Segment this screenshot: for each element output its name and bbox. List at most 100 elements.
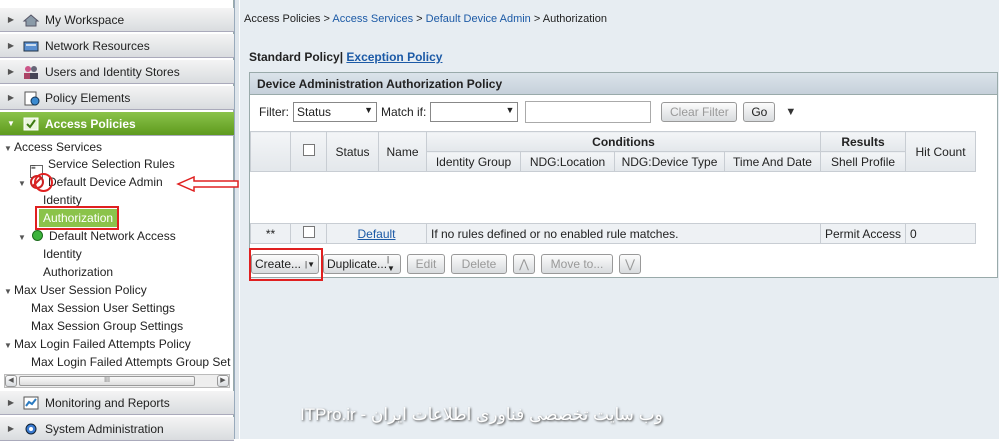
watermark-text: ITPro.ir - وب سایت تخصصی فناوری اطلاعات … [300,405,663,424]
tree-identity-2[interactable]: Identity [43,245,82,263]
dropdown-arrow-icon: ▼ [505,105,515,115]
tree-max-login-failed-attempts-group[interactable]: Max Login Failed Attempts Group Set [31,353,230,371]
match-if-label: Match if: [381,105,427,119]
duplicate-button[interactable]: Duplicate... |▼ [323,254,401,274]
header-marker [250,131,291,172]
collapse-arrow-icon: ▼ [4,144,12,153]
drawer-monitoring-reports[interactable]: ▶ Monitoring and Reports [0,391,234,415]
default-rule-checkbox[interactable] [302,226,315,238]
header-identity-group[interactable]: Identity Group [426,151,521,172]
clear-filter-button[interactable]: Clear Filter [661,102,738,122]
default-rule-name-link[interactable]: Default [326,223,427,244]
empty-rules-area [250,171,976,224]
header-shell-profile[interactable]: Shell Profile [819,151,907,172]
collapse-arrow-icon: ▼ [18,179,26,188]
tab-exception-policy[interactable]: Exception Policy [346,50,442,64]
tree-max-user-session-policy[interactable]: ▼ Max User Session Policy [4,281,147,299]
drawer-label: Users and Identity Stores [45,64,180,79]
network-icon [22,38,40,54]
header-hit-count[interactable]: Hit Count [905,131,977,172]
default-rule-cell-checkbox [290,223,327,244]
header-ndg-location[interactable]: NDG:Location [520,151,615,172]
pane-splitter[interactable] [234,0,239,439]
drawer-label: System Administration [45,421,164,436]
breadcrumb-access-services[interactable]: Access Services [332,13,413,25]
header-results: Results [819,131,907,152]
default-rule-marker: ** [250,223,291,244]
drawer-system-administration[interactable]: ▶ System Administration [0,417,234,441]
expand-arrow-icon: ▶ [7,41,15,50]
tree-max-login-failed-attempts-policy[interactable]: ▼ Max Login Failed Attempts Policy [4,335,191,353]
drawer-label: My Workspace [45,12,125,27]
panel-title: Device Administration Authorization Poli… [250,73,997,95]
move-to-button[interactable]: Move to... [541,254,613,274]
dropdown-arrow-icon: |▼ [387,255,395,273]
expand-arrow-icon: ▶ [7,398,15,407]
delete-button[interactable]: Delete [451,254,507,274]
match-if-select[interactable]: ▼ [430,102,519,122]
drawer-users-identity-stores[interactable]: ▶ Users and Identity Stores [0,60,234,84]
default-rule-result: Permit Access [819,223,907,244]
access-policies-icon [22,116,40,132]
filter-label: Filter: [259,105,289,119]
drawer-access-policies[interactable]: ▼ Access Policies [0,112,234,136]
annotation-arrow-icon [176,176,239,192]
select-all-checkbox[interactable] [302,144,315,156]
edit-button[interactable]: Edit [407,254,445,274]
drawer-label: Access Policies [45,116,136,131]
drawer-policy-elements[interactable]: ▶ Policy Elements [0,86,234,110]
collapse-arrow-icon: ▼ [7,119,15,128]
header-status[interactable]: Status [326,131,379,172]
drawer-network-resources[interactable]: ▶ Network Resources [0,34,234,58]
breadcrumb-current: Authorization [542,13,607,25]
scroll-left-icon[interactable]: ◀ [5,375,17,387]
tree-max-session-group-settings[interactable]: Max Session Group Settings [31,317,183,335]
move-down-icon[interactable]: ⋁ [619,254,641,274]
filter-text-input[interactable] [525,101,652,123]
highlight-box-create [249,248,323,281]
collapse-arrow-icon: ▼ [18,233,26,242]
dropdown-arrow-icon: ▼ [364,105,373,115]
default-rule-description: If no rules defined or no enabled rule m… [426,223,821,244]
header-ndg-device-type[interactable]: NDG:Device Type [614,151,725,172]
header-name[interactable]: Name [378,131,427,172]
policy-elements-icon [22,90,40,106]
expand-arrow-icon: ▶ [7,67,15,76]
move-up-icon[interactable]: ⋀ [513,254,535,274]
breadcrumb: Access Policies > Access Services > Defa… [244,13,607,25]
filter-options-arrow-icon[interactable]: ▼ [785,106,796,118]
policy-rules-table: Status Name Conditions Results Hit Count… [250,131,977,244]
drawer-label: Policy Elements [45,90,131,105]
tree-service-selection-rules[interactable]: ≡ Service Selection Rules [30,155,175,178]
filter-select[interactable]: Status ▼ [293,102,377,122]
tab-standard-policy: Standard Policy| [249,50,344,64]
header-conditions: Conditions [426,131,821,152]
monitoring-icon [22,395,40,411]
default-rule-hit-count: 0 [905,223,977,244]
go-button[interactable]: Go [743,102,776,122]
authorization-policy-panel: Device Administration Authorization Poli… [249,72,998,278]
expand-arrow-icon: ▶ [7,15,15,24]
workspace-icon [22,12,40,28]
scroll-thumb[interactable]: III [19,376,195,386]
header-time-and-date[interactable]: Time And Date [724,151,821,172]
breadcrumb-default-device-admin[interactable]: Default Device Admin [426,13,531,25]
system-admin-icon [22,421,40,437]
table-header-row-1: Status Name Conditions Results Hit Count [250,131,977,172]
tree-max-session-user-settings[interactable]: Max Session User Settings [31,299,175,317]
drawer-my-workspace[interactable]: ▶ My Workspace [0,8,234,32]
collapse-arrow-icon: ▼ [4,341,12,350]
tree-horizontal-scrollbar[interactable]: ◀ III ▶ [4,374,230,388]
highlight-circle [34,173,53,192]
default-rule-row[interactable]: ** Default If no rules defined or no ena… [250,223,977,244]
scroll-right-icon[interactable]: ▶ [217,375,229,387]
tree-authorization-2[interactable]: Authorization [43,263,113,281]
drawer-label: Monitoring and Reports [45,395,170,410]
tree-access-services[interactable]: ▼ Access Services [4,140,102,156]
highlight-box-authorization [35,206,119,230]
filter-bar: Filter: Status ▼ Match if: ▼ Clear Filte… [259,101,796,123]
policy-tabs: Standard Policy| Exception Policy [249,50,442,64]
expand-arrow-icon: ▶ [7,93,15,102]
users-icon [22,64,40,80]
access-policies-tree: ▼ Access Services ≡ Service Selection Rule… [0,140,234,372]
